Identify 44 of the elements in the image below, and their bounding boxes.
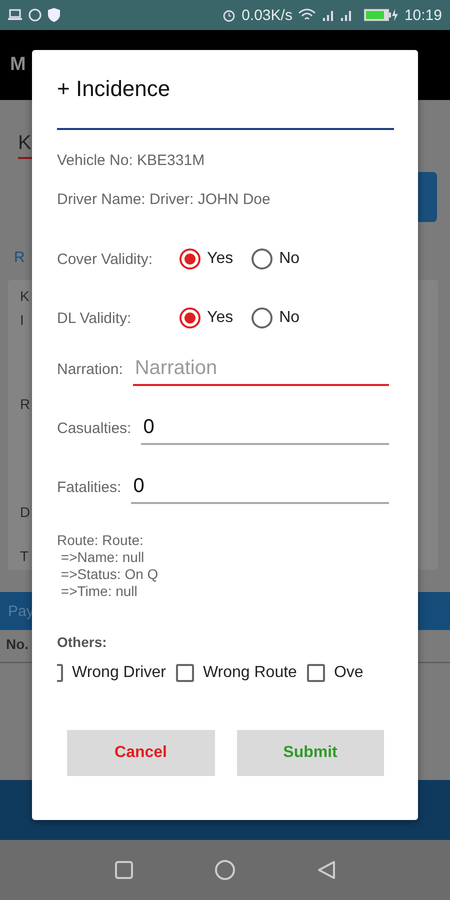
dialog-title: + Incidence bbox=[57, 76, 172, 102]
checkbox[interactable] bbox=[176, 664, 194, 682]
field-label: DL Validity: bbox=[57, 310, 132, 326]
info-text: Vehicle No: KBE331M bbox=[57, 152, 206, 169]
input-field[interactable]: Narration bbox=[132, 355, 389, 386]
field-label: Casualties: bbox=[57, 420, 132, 439]
recents-icon[interactable] bbox=[114, 860, 134, 880]
field-label: Narration: bbox=[57, 361, 123, 380]
clock: 10:19 bbox=[404, 6, 442, 24]
option-label: Yes bbox=[207, 250, 234, 268]
card-text: K bbox=[20, 288, 30, 306]
option-label: No bbox=[279, 250, 300, 268]
network-speed: 0.03K/s bbox=[242, 6, 292, 24]
radio-button[interactable] bbox=[251, 307, 274, 329]
app-title: M bbox=[10, 54, 26, 76]
field-label: Fatalities: bbox=[57, 479, 122, 498]
input-field[interactable]: 0 bbox=[141, 414, 389, 445]
back-icon[interactable] bbox=[316, 860, 336, 880]
input-field[interactable]: 0 bbox=[131, 473, 389, 504]
radio-button[interactable] bbox=[251, 248, 274, 270]
option-label: No bbox=[279, 309, 300, 327]
checkbox[interactable] bbox=[306, 664, 325, 682]
radio-button[interactable] bbox=[179, 248, 201, 270]
checkbox-label: Wrong Route bbox=[202, 664, 297, 682]
option-label: Yes bbox=[207, 309, 234, 327]
cancel-button[interactable]: Cancel bbox=[67, 730, 214, 776]
checkbox-label: Ove bbox=[334, 664, 364, 682]
card-text: T bbox=[20, 548, 29, 566]
home-icon[interactable] bbox=[214, 859, 236, 881]
section-label: Others: bbox=[57, 634, 108, 650]
battery-icon bbox=[364, 9, 398, 21]
checkbox-label: Wrong Driver bbox=[72, 664, 166, 682]
field-label: Cover Validity: bbox=[57, 250, 154, 268]
laptop-icon bbox=[8, 9, 22, 21]
alarm-icon bbox=[222, 8, 236, 22]
card-text: D bbox=[20, 504, 30, 522]
shield-icon bbox=[48, 8, 60, 22]
submit-button[interactable]: Submit bbox=[236, 730, 384, 776]
radio-button[interactable] bbox=[179, 307, 201, 329]
wifi-icon bbox=[298, 8, 316, 22]
card-text: I bbox=[20, 312, 24, 330]
info-text: Driver Name: Driver: JOHN Doe bbox=[57, 191, 272, 208]
link[interactable]: R bbox=[14, 249, 25, 266]
card-text: R bbox=[20, 396, 30, 414]
